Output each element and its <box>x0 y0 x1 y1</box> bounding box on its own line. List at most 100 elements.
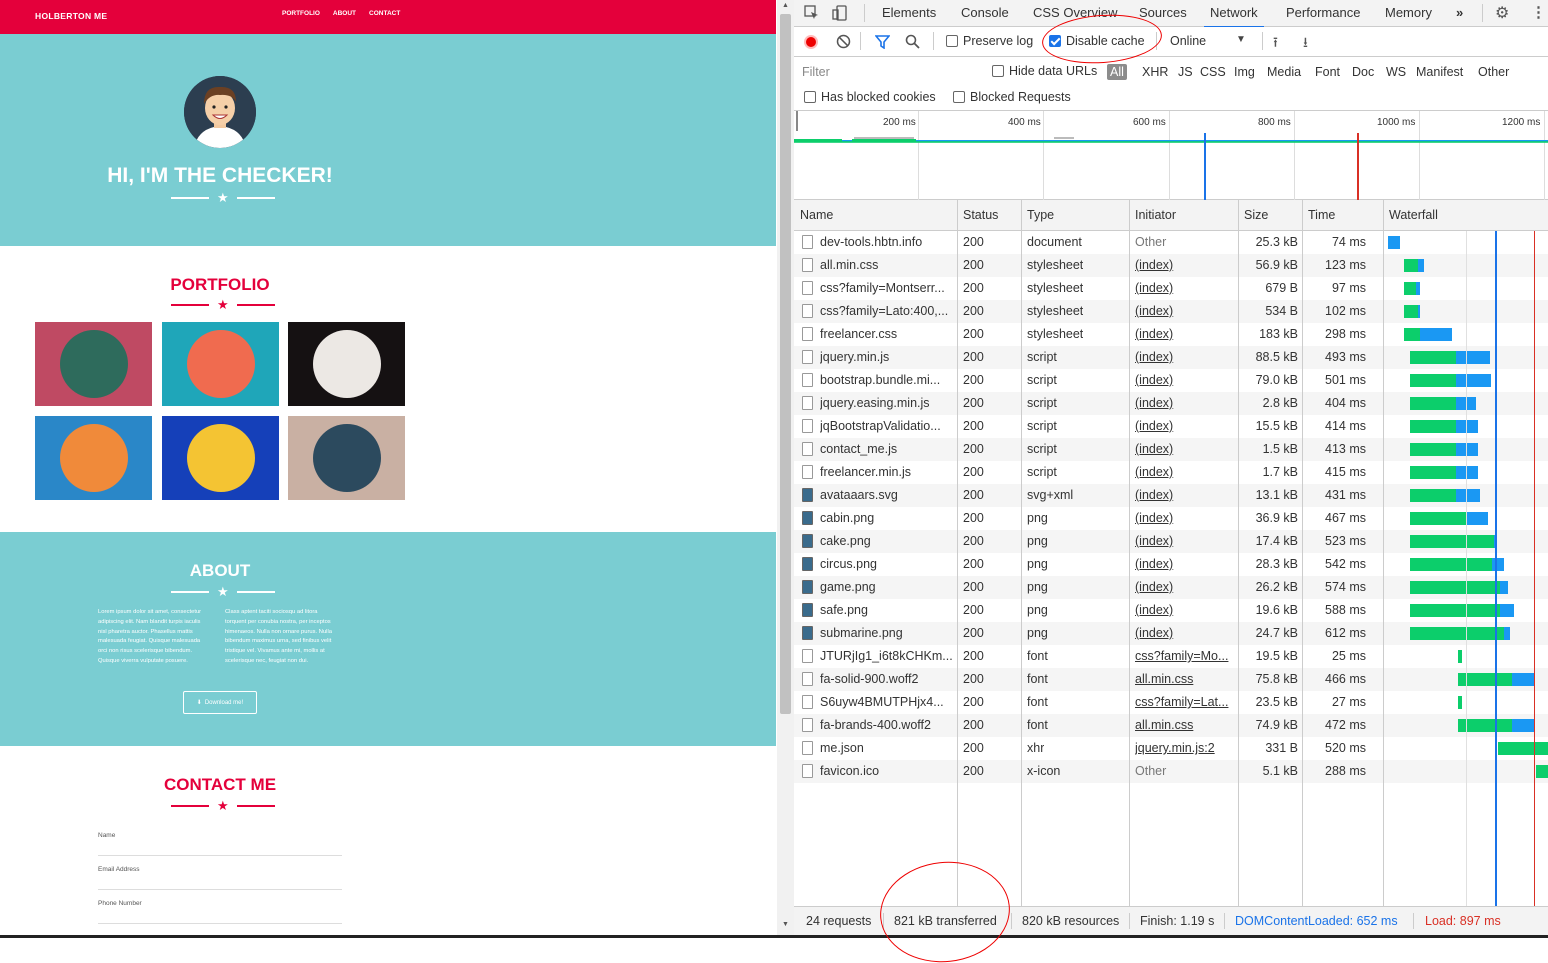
request-initiator[interactable]: (index) <box>1135 281 1235 295</box>
table-row[interactable]: favicon.ico 200 x-icon Other 5.1 kB 288 ms <box>794 760 1548 783</box>
filter-input[interactable]: Filter <box>796 62 978 82</box>
request-initiator[interactable]: css?family=Mo... <box>1135 649 1235 663</box>
column-header-time[interactable]: Time <box>1308 208 1335 222</box>
table-row[interactable]: jquery.easing.min.js 200 script (index) 2.8 … <box>794 392 1548 415</box>
tab-performance[interactable]: Performance <box>1286 5 1360 20</box>
request-initiator[interactable]: (index) <box>1135 304 1235 318</box>
scrollbar-thumb[interactable] <box>780 14 791 714</box>
throttling-select[interactable]: Online <box>1170 34 1206 48</box>
request-initiator[interactable]: (index) <box>1135 557 1235 571</box>
table-row[interactable]: bootstrap.bundle.mi... 200 script (index) 79… <box>794 369 1548 392</box>
type-filter-css[interactable]: CSS <box>1200 65 1226 79</box>
request-initiator[interactable]: (index) <box>1135 350 1235 364</box>
table-row[interactable]: contact_me.js 200 script (index) 1.5 kB 413 m… <box>794 438 1548 461</box>
type-filter-img[interactable]: Img <box>1234 65 1255 79</box>
nav-link-about[interactable]: ABOUT <box>333 10 356 17</box>
request-initiator[interactable]: (index) <box>1135 442 1235 456</box>
type-filter-other[interactable]: Other <box>1478 65 1509 79</box>
type-filter-ws[interactable]: WS <box>1386 65 1406 79</box>
inspect-element-icon[interactable] <box>804 5 820 24</box>
tab-elements[interactable]: Elements <box>882 5 936 20</box>
portfolio-item-circus[interactable] <box>288 322 405 406</box>
device-toolbar-icon[interactable] <box>832 5 848 24</box>
table-row[interactable]: JTURjIg1_i6t8kCHKm... 200 font css?family=M… <box>794 645 1548 668</box>
request-initiator[interactable]: css?family=Lat... <box>1135 695 1235 709</box>
type-filter-js[interactable]: JS <box>1178 65 1193 79</box>
table-row[interactable]: css?family=Montserr... 200 stylesheet (inde… <box>794 277 1548 300</box>
request-initiator[interactable]: (index) <box>1135 373 1235 387</box>
request-initiator[interactable]: (index) <box>1135 258 1235 272</box>
table-row[interactable]: jqBootstrapValidatio... 200 script (index) 1… <box>794 415 1548 438</box>
type-filter-manifest[interactable]: Manifest <box>1416 65 1463 79</box>
request-initiator[interactable]: (index) <box>1135 465 1235 479</box>
scroll-up-icon[interactable]: ▲ <box>782 2 789 9</box>
portfolio-item-cabin[interactable] <box>35 322 152 406</box>
type-filter-xhr[interactable]: XHR <box>1142 65 1168 79</box>
record-icon[interactable] <box>804 35 818 49</box>
column-header-name[interactable]: Name <box>800 208 833 222</box>
import-har-icon[interactable]: ⭱ <box>1273 32 1278 56</box>
nav-link-contact[interactable]: CONTACT <box>369 10 400 17</box>
table-row[interactable]: all.min.css 200 stylesheet (index) 56.9 kB 12… <box>794 254 1548 277</box>
table-row[interactable]: safe.png 200 png (index) 19.6 kB 588 ms <box>794 599 1548 622</box>
request-initiator[interactable]: (index) <box>1135 626 1235 640</box>
portfolio-item-game[interactable] <box>35 416 152 500</box>
table-row[interactable]: cake.png 200 png (index) 17.4 kB 523 ms <box>794 530 1548 553</box>
request-initiator[interactable]: (index) <box>1135 580 1235 594</box>
request-initiator[interactable]: (index) <box>1135 603 1235 617</box>
chevron-down-icon[interactable]: ▼ <box>1236 34 1246 45</box>
tab-console[interactable]: Console <box>961 5 1009 20</box>
site-brand[interactable]: HOLBERTON ME <box>35 11 107 21</box>
nav-link-portfolio[interactable]: PORTFOLIO <box>282 10 320 17</box>
page-scrollbar[interactable]: ▲ ▼ <box>777 0 794 935</box>
request-initiator[interactable]: (index) <box>1135 511 1235 525</box>
table-row[interactable]: fa-brands-400.woff2 200 font all.min.css 74.… <box>794 714 1548 737</box>
preserve-log-checkbox[interactable]: Preserve log <box>946 34 1033 48</box>
request-initiator[interactable]: (index) <box>1135 488 1235 502</box>
table-row[interactable]: me.json 200 xhr jquery.min.js:2 331 B 520 ms <box>794 737 1548 760</box>
export-har-icon[interactable]: ⭳ <box>1303 32 1308 56</box>
column-header-waterfall[interactable]: Waterfall <box>1389 208 1438 222</box>
portfolio-item-safe[interactable] <box>162 416 279 500</box>
download-button[interactable]: ⬇ Download me! <box>183 691 257 714</box>
portfolio-item-submarine[interactable] <box>288 416 405 500</box>
request-initiator[interactable]: (index) <box>1135 396 1235 410</box>
column-header-initiator[interactable]: Initiator <box>1135 208 1176 222</box>
request-initiator[interactable]: (index) <box>1135 327 1235 341</box>
more-tabs-icon[interactable]: » <box>1456 5 1463 20</box>
request-initiator[interactable]: (index) <box>1135 419 1235 433</box>
settings-gear-icon[interactable]: ⚙ <box>1495 3 1509 23</box>
menu-kebab-icon[interactable]: ⋮ <box>1531 3 1546 21</box>
column-header-type[interactable]: Type <box>1027 208 1054 222</box>
column-header-size[interactable]: Size <box>1244 208 1268 222</box>
column-header-status[interactable]: Status <box>963 208 998 222</box>
phone-field[interactable]: Phone Number <box>98 890 342 924</box>
clear-icon[interactable] <box>836 34 851 52</box>
filter-funnel-icon[interactable] <box>874 35 891 52</box>
table-row[interactable]: jquery.min.js 200 script (index) 88.5 kB 493 … <box>794 346 1548 369</box>
request-initiator[interactable]: all.min.css <box>1135 718 1235 732</box>
table-row[interactable]: dev-tools.hbtn.info 200 document Other 25.3 … <box>794 231 1548 254</box>
network-overview-timeline[interactable]: 200 ms 400 ms 600 ms 800 ms 1000 ms 1200… <box>794 111 1548 200</box>
table-row[interactable]: freelancer.min.js 200 script (index) 1.7 kB 4… <box>794 461 1548 484</box>
type-filter-all[interactable]: All <box>1107 64 1127 80</box>
email-field[interactable]: Email Address <box>98 856 342 890</box>
tab-network[interactable]: Network <box>1204 5 1264 28</box>
type-filter-font[interactable]: Font <box>1315 65 1340 79</box>
table-row[interactable]: fa-solid-900.woff2 200 font all.min.css 75.8… <box>794 668 1548 691</box>
table-row[interactable]: css?family=Lato:400,... 200 stylesheet (ind… <box>794 300 1548 323</box>
has-blocked-cookies-checkbox[interactable]: Has blocked cookies <box>804 90 936 104</box>
scroll-down-icon[interactable]: ▼ <box>782 921 789 928</box>
table-row[interactable]: avataaars.svg 200 svg+xml (index) 13.1 kB 431… <box>794 484 1548 507</box>
tab-memory[interactable]: Memory <box>1385 5 1432 20</box>
request-initiator[interactable]: (index) <box>1135 534 1235 548</box>
hide-data-urls-checkbox[interactable]: Hide data URLs <box>992 64 1097 78</box>
type-filter-doc[interactable]: Doc <box>1352 65 1374 79</box>
tab-sources[interactable]: Sources <box>1139 5 1187 20</box>
portfolio-item-cake[interactable] <box>162 322 279 406</box>
table-row[interactable]: circus.png 200 png (index) 28.3 kB 542 ms <box>794 553 1548 576</box>
table-row[interactable]: freelancer.css 200 stylesheet (index) 183 kB… <box>794 323 1548 346</box>
table-row[interactable]: cabin.png 200 png (index) 36.9 kB 467 ms <box>794 507 1548 530</box>
table-row[interactable]: game.png 200 png (index) 26.2 kB 574 ms <box>794 576 1548 599</box>
request-initiator[interactable]: all.min.css <box>1135 672 1235 686</box>
